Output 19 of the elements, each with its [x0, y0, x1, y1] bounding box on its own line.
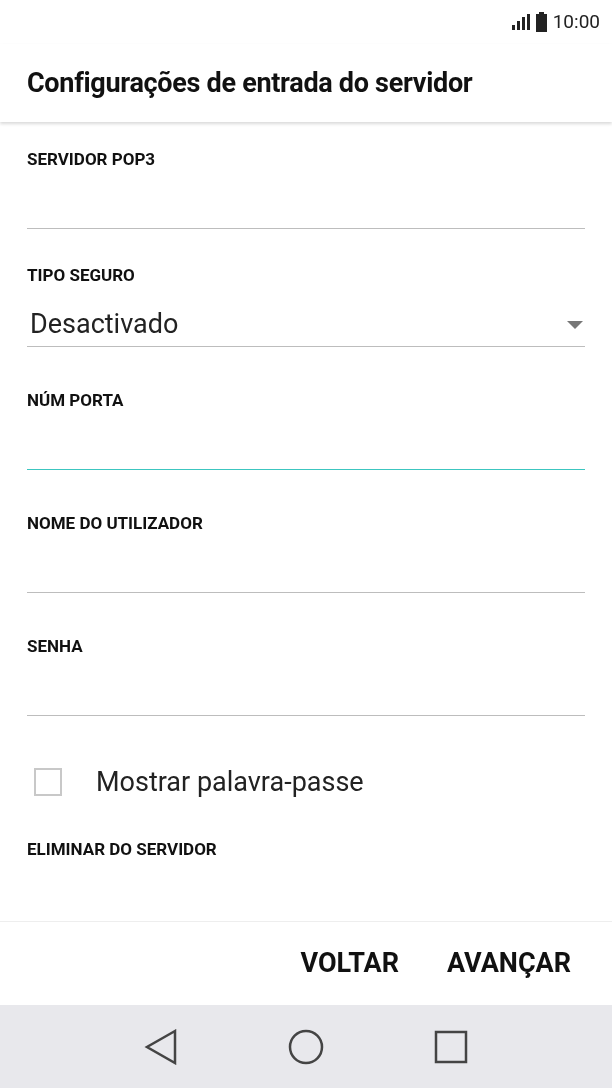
secure-type-dropdown[interactable]: Desactivado — [27, 303, 585, 347]
footer-button[interactable]: AVANÇAR — [446, 943, 571, 984]
field-label: SENHA — [27, 636, 84, 656]
dropdown-caret-icon — [567, 320, 583, 329]
field-label: NÚM PORTA — [27, 390, 125, 410]
signal-icon — [511, 14, 530, 30]
field-label: SERVIDOR POP3 — [27, 149, 157, 169]
footer-button[interactable]: VOLTAR — [300, 943, 399, 984]
battery-icon — [535, 12, 547, 32]
status-time: 10:00 — [552, 8, 600, 35]
field-label: TIPO SEGURO — [27, 265, 136, 285]
checkbox-label[interactable]: Mostrar palavra-passe — [96, 762, 364, 803]
screen-title: Configurações de entrada do servidor — [27, 65, 473, 101]
home-icon[interactable] — [288, 1028, 324, 1065]
field-label: NOME DO UTILIZADOR — [27, 513, 204, 533]
checkbox[interactable] — [34, 768, 62, 797]
section-label: ELIMINAR DO SERVIDOR — [27, 838, 218, 859]
back-icon[interactable] — [144, 1028, 178, 1065]
recent-apps-icon[interactable] — [434, 1029, 468, 1064]
